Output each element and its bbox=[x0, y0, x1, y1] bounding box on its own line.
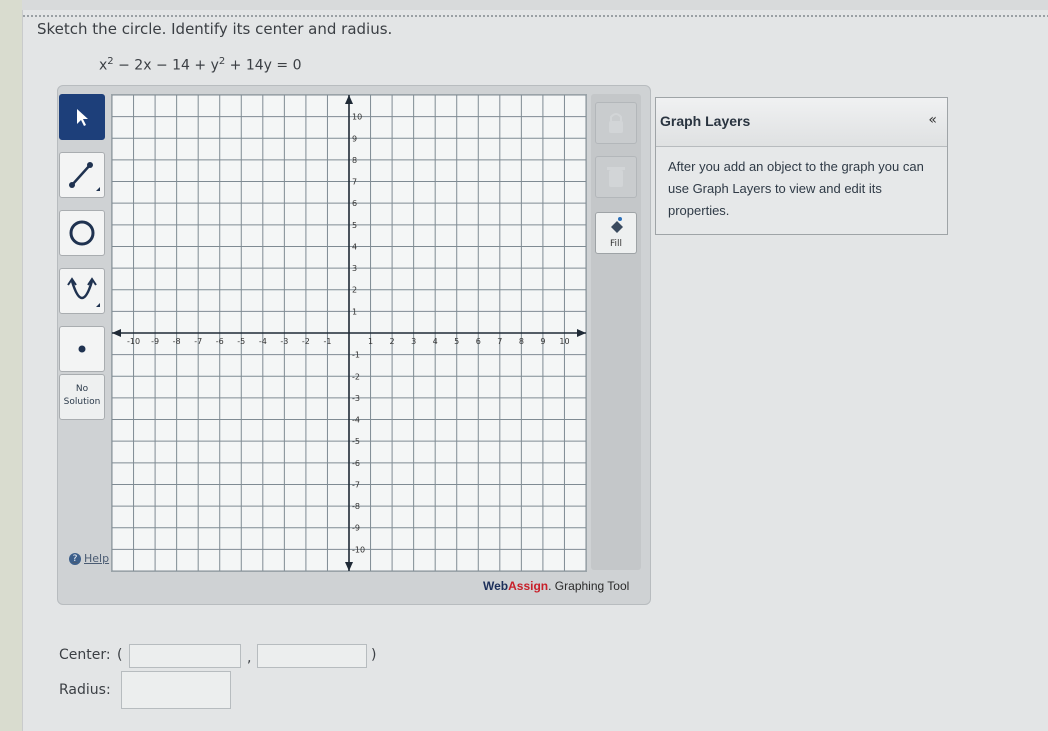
center-y-input[interactable] bbox=[257, 644, 367, 668]
y-tick-label: -5 bbox=[352, 437, 360, 446]
center-comma: , bbox=[247, 650, 252, 666]
x-tick-label: -8 bbox=[173, 337, 181, 346]
collapse-icon[interactable]: « bbox=[928, 112, 937, 128]
center-label: Center: bbox=[59, 647, 111, 663]
y-tick-label: -9 bbox=[352, 524, 360, 533]
brand-web: Web bbox=[483, 579, 509, 593]
y-tick-label: -10 bbox=[352, 545, 365, 554]
graph-layers-header: Graph Layers « bbox=[656, 98, 947, 147]
y-tick-label: -3 bbox=[352, 394, 360, 403]
x-tick-label: 8 bbox=[519, 337, 524, 346]
pointer-icon bbox=[77, 109, 88, 126]
dotted-divider bbox=[23, 15, 1048, 17]
x-tick-label: 1 bbox=[368, 337, 373, 346]
y-tick-label: 10 bbox=[352, 113, 362, 122]
y-tick-label: -8 bbox=[352, 502, 360, 511]
y-tick-label: 6 bbox=[352, 199, 357, 208]
x-axis-arrow-right bbox=[577, 329, 586, 337]
coordinate-grid[interactable]: -10 -9 -8 -7 -6 -5 -4 -3 -2 -1 1 2 3 4 5 6 7 8 9 10 10 9 8 7 6 5 4… bbox=[111, 94, 587, 572]
parabola-icon bbox=[67, 277, 100, 307]
x-tick-label: 3 bbox=[411, 337, 416, 346]
x-axis-arrow-left bbox=[112, 329, 121, 337]
webassign-branding: WebAssign. Graphing Tool bbox=[483, 579, 629, 593]
x-tick-label: -3 bbox=[280, 337, 288, 346]
tool-toolbar: No Solution ? Help bbox=[59, 94, 109, 574]
point-icon bbox=[78, 345, 86, 353]
x-tick-label: 7 bbox=[497, 337, 502, 346]
x-tick-label: -6 bbox=[216, 337, 224, 346]
x-tick-label: -4 bbox=[259, 337, 267, 346]
x-tick-label: -5 bbox=[237, 337, 245, 346]
x-tick-label: 6 bbox=[476, 337, 481, 346]
equation-end: + 14y = 0 bbox=[225, 57, 302, 74]
brand-assign: Assign bbox=[508, 579, 549, 593]
question-prompt: Sketch the circle. Identify its center a… bbox=[37, 20, 393, 38]
y-axis-arrow-down bbox=[345, 562, 353, 571]
x-tick-label: -7 bbox=[194, 337, 202, 346]
y-tick-label: -2 bbox=[352, 372, 360, 381]
x-tick-label: 2 bbox=[390, 337, 395, 346]
graph-layers-title: Graph Layers bbox=[660, 113, 751, 129]
y-tick-label: 4 bbox=[352, 242, 357, 251]
help-label[interactable]: Help bbox=[84, 552, 109, 565]
y-tick-label: 7 bbox=[352, 178, 357, 187]
no-solution-button[interactable]: No Solution bbox=[59, 374, 105, 420]
y-tick-label: 2 bbox=[352, 286, 357, 295]
question-page: Sketch the circle. Identify its center a… bbox=[22, 10, 1048, 731]
x-tick-label: 4 bbox=[433, 337, 438, 346]
x-tick-label: -10 bbox=[127, 337, 140, 346]
x-tick-label: 9 bbox=[540, 337, 545, 346]
y-tick-label: -7 bbox=[352, 480, 360, 489]
equation-middle: − 2x − 14 + y bbox=[113, 57, 219, 74]
x-tick-label: 10 bbox=[559, 337, 569, 346]
left-margin bbox=[0, 0, 22, 731]
x-tick-label: -1 bbox=[323, 337, 331, 346]
lock-button[interactable] bbox=[595, 102, 637, 144]
y-tick-label: 1 bbox=[352, 307, 357, 316]
trash-icon bbox=[607, 167, 625, 187]
graph-canvas[interactable]: -10 -9 -8 -7 -6 -5 -4 -3 -2 -1 1 2 3 4 5 6 7 8 9 10 10 9 8 7 6 5 4… bbox=[111, 94, 587, 572]
circle-equation: x2 − 2x − 14 + y2 + 14y = 0 bbox=[99, 56, 302, 74]
center-open-paren: ( bbox=[117, 647, 123, 663]
graph-layers-description: After you add an object to the graph you… bbox=[668, 159, 924, 218]
y-tick-label: -1 bbox=[352, 351, 360, 360]
y-tick-label: 5 bbox=[352, 221, 357, 230]
graph-options-column: Fill bbox=[591, 94, 641, 570]
x-tick-label: 5 bbox=[454, 337, 459, 346]
line-tool-button[interactable] bbox=[59, 152, 105, 198]
center-close-paren: ) bbox=[371, 647, 377, 663]
y-tick-label: -4 bbox=[352, 416, 360, 425]
y-tick-label: -6 bbox=[352, 459, 360, 468]
point-tool-button[interactable] bbox=[59, 326, 105, 372]
fill-button[interactable]: Fill bbox=[595, 212, 637, 254]
center-x-input[interactable] bbox=[129, 644, 241, 668]
x-tick-label: -2 bbox=[302, 337, 310, 346]
radius-label: Radius: bbox=[59, 682, 111, 698]
y-tick-label: 8 bbox=[352, 156, 357, 165]
pointer-tool-button[interactable] bbox=[59, 94, 105, 140]
radius-input[interactable] bbox=[121, 671, 231, 709]
brand-rest: . Graphing Tool bbox=[548, 579, 630, 593]
paint-bucket-icon bbox=[611, 217, 623, 233]
help-icon: ? bbox=[69, 552, 81, 565]
help-link[interactable]: ? Help bbox=[69, 552, 109, 565]
graph-layers-panel: Graph Layers « After you add an object t… bbox=[655, 97, 948, 235]
parabola-tool-button[interactable] bbox=[59, 268, 105, 314]
delete-button[interactable] bbox=[595, 156, 637, 198]
circle-icon bbox=[69, 220, 95, 246]
y-tick-label: 9 bbox=[352, 134, 357, 143]
fill-label: Fill bbox=[609, 239, 623, 249]
lock-icon bbox=[609, 113, 623, 133]
circle-tool-button[interactable] bbox=[59, 210, 105, 256]
line-icon bbox=[69, 162, 100, 191]
y-axis-arrow-up bbox=[345, 95, 353, 104]
x-tick-label: -9 bbox=[151, 337, 159, 346]
y-tick-label: 3 bbox=[352, 264, 357, 273]
